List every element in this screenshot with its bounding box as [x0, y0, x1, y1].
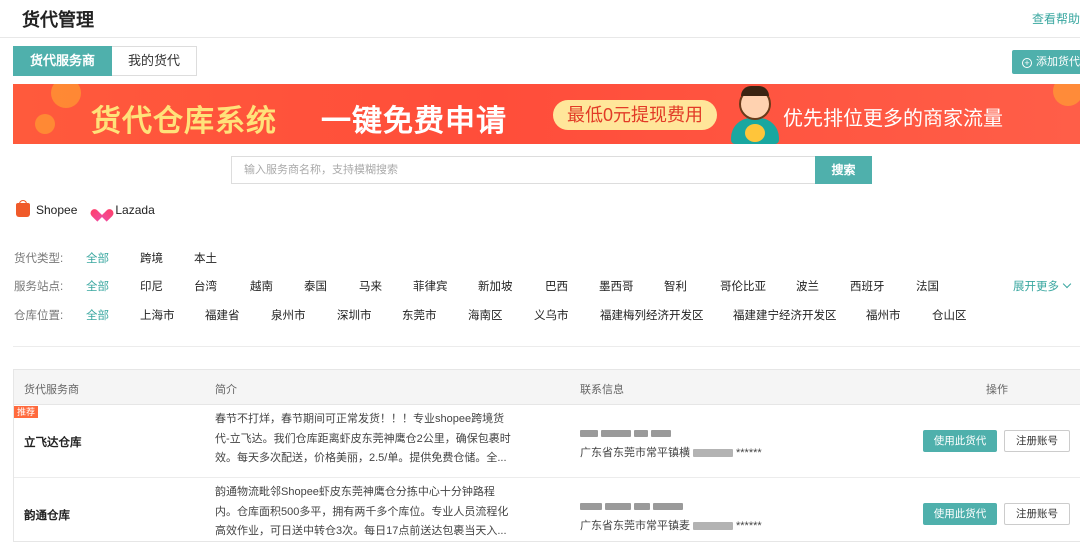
address-masked: ****** [736, 447, 762, 459]
redacted-contact [580, 426, 700, 437]
tab-forwarder-providers[interactable]: 货代服务商 [13, 46, 113, 76]
filter-option[interactable]: 巴西 [545, 278, 568, 294]
filter-option[interactable]: 福建梅列经济开发区 [600, 307, 704, 323]
filter-option[interactable]: 法国 [916, 278, 939, 294]
table-row: 韵通仓库 韵通物流毗邻Shopee虾皮东莞神鹰仓分拣中心十分钟路程内。仓库面积5… [14, 479, 1080, 542]
address-masked: ****** [736, 520, 762, 532]
chevron-down-icon [1062, 279, 1072, 289]
platform-lazada[interactable]: Lazada [95, 200, 154, 220]
banner-headline-1: 货代仓库系统 [91, 105, 277, 138]
table-header: 货代服务商 简介 联系信息 操作 [14, 370, 1080, 405]
recommended-badge: 推荐 [14, 406, 39, 418]
filter-option[interactable]: 泰国 [304, 278, 327, 294]
filter-option[interactable]: 印尼 [140, 278, 163, 294]
plus-circle-icon: + [1022, 58, 1032, 68]
expand-more-label: 展开更多 [1013, 281, 1059, 293]
search-button[interactable]: 搜索 [815, 156, 872, 184]
platform-tabs: Shopee Lazada [16, 200, 173, 220]
coin-icon [1053, 84, 1080, 106]
address-prefix: 广东省东莞市常平镇麦 [580, 520, 690, 532]
filter-site-label: 服务站点: [14, 281, 64, 293]
section-divider [13, 346, 1080, 347]
column-header: 货代服务商 [24, 384, 79, 396]
filter-option[interactable]: 本土 [194, 250, 217, 266]
filter-option[interactable]: 海南区 [468, 307, 503, 323]
filter-option[interactable]: 西班牙 [850, 278, 885, 294]
platform-label: Lazada [115, 203, 155, 217]
expand-more-button[interactable]: 展开更多 [1013, 278, 1072, 294]
filter-option[interactable]: 马来 [359, 278, 382, 294]
filter-type-label: 货代类型: [14, 253, 64, 265]
shopee-icon [16, 200, 30, 217]
filter-type: 货代类型: 全部 跨境 本土 [14, 250, 274, 268]
address-prefix: 广东省东莞市常平镇横 [580, 447, 690, 459]
add-forwarder-button[interactable]: + 添加货代 [1012, 50, 1080, 74]
filter-option[interactable]: 台湾 [194, 278, 217, 294]
filter-option[interactable]: 福建建宁经济开发区 [733, 307, 837, 323]
coin-icon [51, 84, 81, 108]
filter-option[interactable]: 全部 [86, 278, 109, 294]
provider-address: 广东省东莞市常平镇麦 ****** [580, 517, 762, 533]
table-row: 推荐 立飞达仓库 春节不打烊，春节期间可正常发货！！！专业shopee跨境货代-… [14, 406, 1080, 478]
filter-option[interactable]: 福州市 [866, 307, 901, 323]
provider-name: 立飞达仓库 [24, 437, 82, 449]
coin-icon [35, 114, 55, 134]
filter-option[interactable]: 仓山区 [932, 307, 967, 323]
top-bar: 货代管理 查看帮助 [0, 0, 1080, 38]
tab-bar: 货代服务商 我的货代 [13, 46, 198, 76]
register-account-button[interactable]: 注册账号 [1004, 430, 1070, 452]
provider-description: 韵通物流毗邻Shopee虾皮东莞神鹰仓分拣中心十分钟路程内。仓库面积500多平，… [215, 486, 509, 537]
column-header: 简介 [215, 384, 237, 396]
search-input[interactable] [232, 157, 815, 183]
forwarder-table: 货代服务商 简介 联系信息 操作 推荐 立飞达仓库 春节不打烊，春节期间可正常发… [13, 369, 1080, 542]
promo-banner[interactable]: 货代仓库系统 一键免费申请 最低0元提现费用 优先排位更多的商家流量 [13, 84, 1080, 144]
filter-option[interactable]: 义乌市 [534, 307, 569, 323]
register-account-button[interactable]: 注册账号 [1004, 503, 1070, 525]
banner-pill: 最低0元提现费用 [553, 100, 718, 130]
filter-location: 仓库位置: 全部 上海市 福建省 泉州市 深圳市 东莞市 海南区 义乌市 福建梅… [14, 307, 974, 325]
redacted-address [693, 522, 733, 531]
filter-option[interactable]: 波兰 [796, 278, 819, 294]
filter-option[interactable]: 福建省 [205, 307, 240, 323]
filter-option[interactable]: 上海市 [140, 307, 175, 323]
provider-description: 春节不打烊，春节期间可正常发货！！！专业shopee跨境货代-立飞达。我们仓库距… [215, 413, 511, 464]
column-header: 联系信息 [580, 384, 624, 396]
filter-option[interactable]: 全部 [86, 307, 109, 323]
filter-option[interactable]: 泉州市 [271, 307, 306, 323]
filter-option[interactable]: 东莞市 [402, 307, 437, 323]
filter-option[interactable]: 越南 [250, 278, 273, 294]
platform-label: Shopee [36, 203, 78, 217]
tab-my-forwarders[interactable]: 我的货代 [112, 46, 198, 76]
filter-option[interactable]: 墨西哥 [599, 278, 634, 294]
provider-name: 韵通仓库 [24, 510, 70, 522]
filter-option[interactable]: 菲律宾 [413, 278, 448, 294]
search-box [231, 156, 815, 184]
use-forwarder-button[interactable]: 使用此货代 [923, 503, 997, 525]
help-link[interactable]: 查看帮助 [1032, 10, 1080, 27]
filter-option[interactable]: 全部 [86, 250, 109, 266]
redacted-address [693, 449, 733, 458]
lazada-icon [95, 203, 109, 217]
filter-option[interactable]: 新加坡 [478, 278, 513, 294]
redacted-contact [580, 499, 700, 510]
page-title: 货代管理 [22, 10, 94, 30]
filter-option[interactable]: 智利 [664, 278, 687, 294]
add-forwarder-label: 添加货代 [1036, 56, 1080, 68]
filter-option[interactable]: 跨境 [140, 250, 163, 266]
filter-option[interactable]: 哥伦比亚 [720, 278, 766, 294]
mascot-illustration [727, 86, 783, 144]
banner-tagline: 优先排位更多的商家流量 [783, 108, 1003, 130]
filter-location-label: 仓库位置: [14, 310, 64, 322]
banner-headline-2: 一键免费申请 [321, 105, 507, 138]
use-forwarder-button[interactable]: 使用此货代 [923, 430, 997, 452]
platform-shopee[interactable]: Shopee [16, 200, 77, 220]
filter-option[interactable]: 深圳市 [337, 307, 372, 323]
provider-address: 广东省东莞市常平镇横 ****** [580, 444, 762, 460]
filter-site: 服务站点: 全部 印尼 台湾 越南 泰国 马来 菲律宾 新加坡 巴西 墨西哥 智… [14, 278, 974, 296]
column-header: 操作 [986, 384, 1008, 396]
